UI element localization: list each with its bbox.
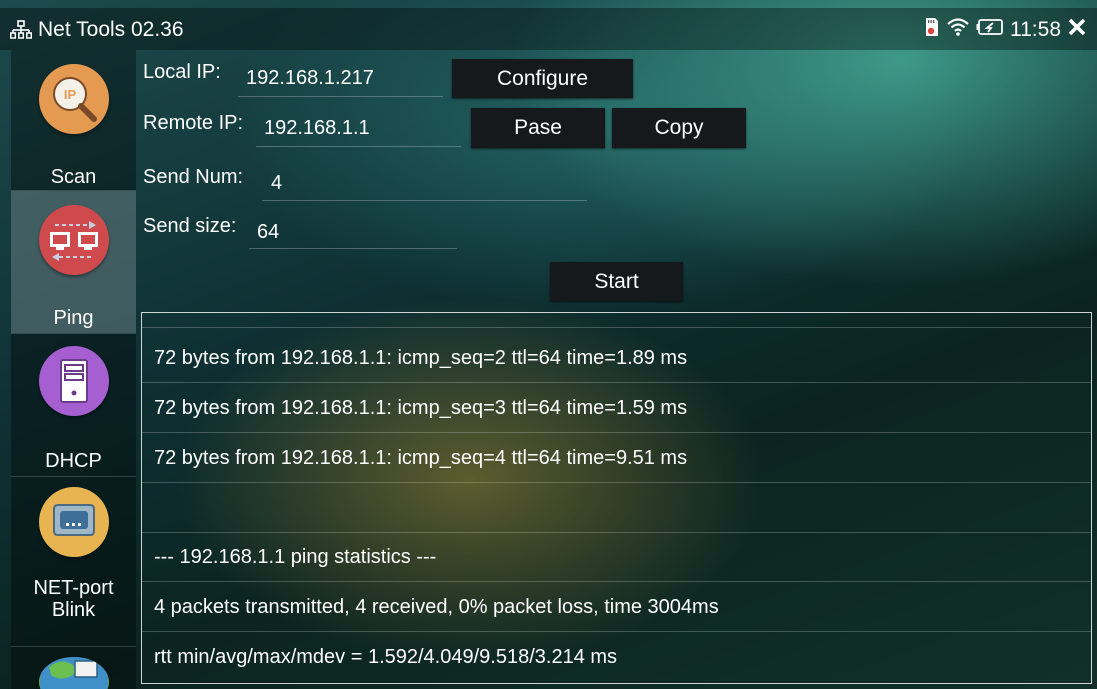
local-ip-underline	[238, 96, 443, 97]
status-icons: 11:58	[924, 17, 1087, 43]
output-line: 4 packets transmitted, 4 received, 0% pa…	[142, 583, 1091, 632]
server-tower-icon	[38, 346, 109, 416]
sidebar-item-label: Ping	[53, 307, 94, 329]
ping-output-log[interactable]: 72 bytes from 192.168.1.1: icmp_seq=1 tt…	[141, 312, 1092, 684]
sd-card-icon	[924, 17, 940, 43]
close-icon[interactable]	[1067, 17, 1087, 43]
send-size-underline	[249, 248, 457, 249]
sidebar-item-label: DHCP	[45, 450, 102, 472]
sidebar-item-label: Scan	[50, 166, 97, 188]
sidebar: IP Scan Ping DHCP NET-port Blink	[11, 50, 136, 689]
remote-ip-field[interactable]: 192.168.1.1	[264, 117, 370, 140]
output-line: 72 bytes from 192.168.1.1: icmp_seq=3 tt…	[142, 384, 1091, 433]
output-line: 72 bytes from 192.168.1.1: icmp_seq=1 tt…	[142, 313, 1091, 328]
ethernet-port-icon	[38, 487, 109, 557]
app-title-text: Net Tools 02.36	[38, 18, 184, 41]
copy-button[interactable]: Copy	[612, 108, 746, 148]
remote-ip-underline	[256, 146, 461, 147]
globe-icon	[38, 657, 109, 689]
remote-ip-label: Remote IP:	[143, 112, 244, 134]
ping-computers-icon	[38, 205, 109, 275]
local-ip-label: Local IP:	[143, 61, 221, 83]
clock-time: 11:58	[1010, 18, 1061, 41]
status-bar: Net Tools 02.36 11:58	[0, 8, 1097, 50]
sidebar-item-globe[interactable]	[11, 647, 136, 689]
pase-button[interactable]: Pase	[471, 108, 605, 148]
configure-button[interactable]: Configure	[452, 59, 633, 98]
send-size-field[interactable]: 64	[257, 221, 279, 244]
send-num-underline	[262, 200, 587, 201]
start-button[interactable]: Start	[550, 262, 683, 301]
sidebar-item-dhcp[interactable]: DHCP	[11, 334, 136, 476]
battery-charging-icon	[976, 18, 1004, 42]
output-line: --- 192.168.1.1 ping statistics ---	[142, 533, 1091, 582]
sidebar-item-netport-blink[interactable]: NET-port Blink	[11, 477, 136, 645]
sidebar-item-label-line1: NET-port	[33, 577, 114, 599]
network-tree-icon	[10, 20, 32, 40]
send-size-label: Send size:	[143, 215, 237, 237]
sidebar-item-ping[interactable]: Ping	[11, 191, 136, 333]
output-line-empty	[142, 484, 1091, 533]
wifi-icon	[946, 17, 970, 43]
output-line: 72 bytes from 192.168.1.1: icmp_seq=4 tt…	[142, 434, 1091, 483]
app-title: Net Tools 02.36	[10, 18, 184, 42]
sidebar-item-label-line2: Blink	[51, 599, 96, 621]
svg-text:IP: IP	[63, 87, 76, 102]
output-line: 72 bytes from 192.168.1.1: icmp_seq=2 tt…	[142, 334, 1091, 383]
sidebar-item-scan[interactable]: IP Scan	[11, 50, 136, 190]
local-ip-field[interactable]: 192.168.1.217	[246, 67, 374, 90]
output-line: rtt min/avg/max/mdev = 1.592/4.049/9.518…	[154, 646, 618, 668]
send-num-label: Send Num:	[143, 166, 244, 188]
send-num-field[interactable]: 4	[271, 172, 282, 195]
ip-search-icon: IP	[38, 64, 109, 134]
